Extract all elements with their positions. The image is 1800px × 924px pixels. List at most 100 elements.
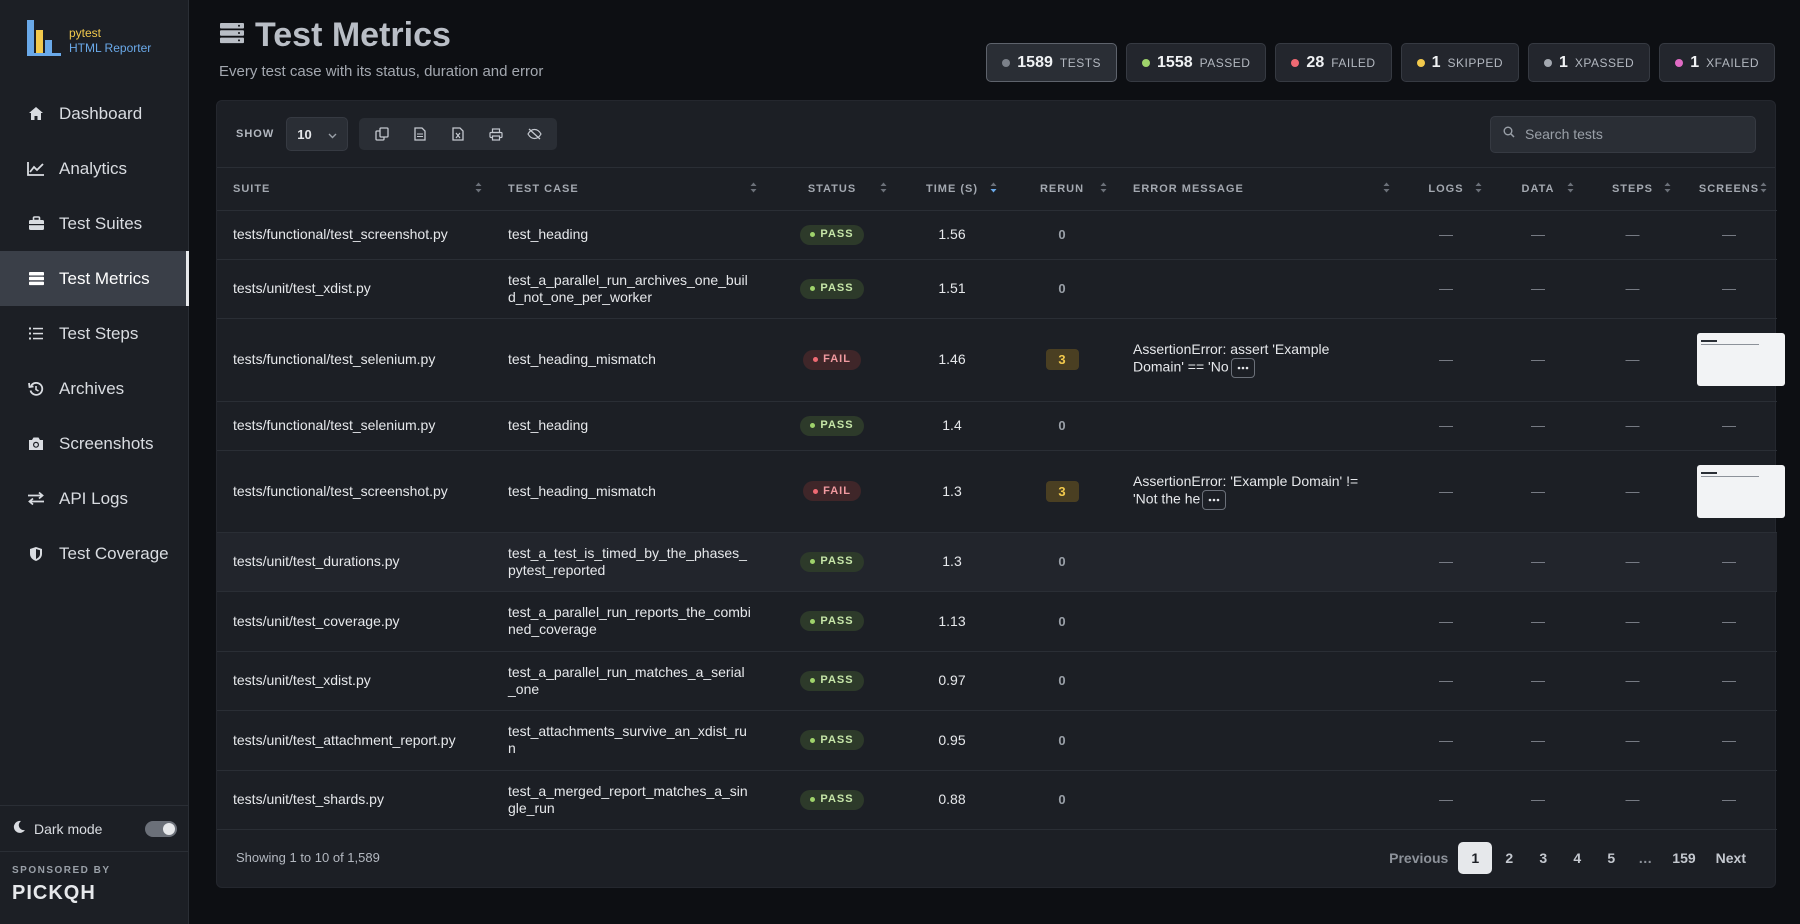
expand-error-button[interactable] (1230, 358, 1255, 378)
error-cell (1117, 259, 1400, 319)
sidebar-item-label: API Logs (59, 488, 128, 508)
rerun-cell: 0 (1007, 770, 1117, 830)
excel-button[interactable] (443, 121, 473, 147)
moon-icon (12, 820, 26, 837)
expand-error-button[interactable] (1202, 489, 1227, 510)
rerun-count: 0 (1058, 732, 1066, 748)
stat-skipped[interactable]: 1 SKIPPED (1400, 43, 1520, 82)
sidebar-item-test-coverage[interactable]: Test Coverage (0, 526, 189, 581)
stat-tests[interactable]: 1589 TESTS (986, 43, 1118, 82)
column-header-logs[interactable]: LOGS (1400, 168, 1492, 211)
previous-page-button[interactable]: Previous (1379, 842, 1458, 874)
table-row[interactable]: tests/functional/test_screenshot.py test… (217, 450, 1785, 533)
page-button-159[interactable]: 159 (1662, 842, 1705, 874)
rerun-cell: 0 (1007, 259, 1117, 319)
metrics-table: SUITE TEST CASE STATUS TIME (S) RERUN ER… (217, 168, 1785, 830)
status-dot (813, 357, 819, 363)
sidebar-item-screenshots[interactable]: Screenshots (0, 416, 189, 471)
exchange-icon (27, 491, 45, 506)
screens-cell: — (1681, 770, 1777, 830)
status-badge: PASS (800, 551, 864, 572)
status-badge: PASS (800, 278, 864, 299)
dark-mode-label: Dark mode (34, 820, 103, 837)
sidebar-item-test-suites[interactable]: Test Suites (0, 196, 189, 251)
copy-button[interactable] (367, 121, 397, 147)
test-case-cell: test_attachments_survive_an_xdist_run (492, 710, 767, 771)
stat-passed[interactable]: 1558 PASSED (1126, 43, 1267, 82)
table-row[interactable]: tests/unit/test_durations.py test_a_test… (217, 532, 1777, 592)
table-row[interactable]: tests/functional/test_selenium.py test_h… (217, 401, 1777, 451)
error-cell (1117, 532, 1400, 592)
column-header-test-case[interactable]: TEST CASE (492, 168, 767, 211)
page-button-4[interactable]: 4 (1560, 842, 1594, 874)
sidebar: pytest HTML Reporter Dashboard Analytics… (0, 0, 189, 924)
stat-xpassed[interactable]: 1 XPASSED (1528, 43, 1651, 82)
page-subtitle: Every test case with its status, duratio… (219, 63, 544, 80)
page-header: Test Metrics Every test case with its st… (219, 16, 543, 80)
screens-cell: — (1681, 651, 1777, 711)
screens-cell: — (1681, 710, 1777, 771)
sponsor: SPONSORED BY PICKQH (0, 851, 189, 905)
column-header-suite[interactable]: SUITE (217, 168, 492, 211)
page-size-select[interactable]: 10 (286, 117, 349, 151)
stat-failed[interactable]: 28 FAILED (1275, 43, 1392, 82)
page-size-value: 10 (297, 126, 312, 142)
status-text: PASS (820, 674, 854, 687)
column-header-time[interactable]: TIME (S) (897, 168, 1007, 211)
column-header-screens[interactable]: SCREENS (1681, 168, 1777, 211)
sidebar-item-archives[interactable]: Archives (0, 361, 189, 416)
data-cell: — (1492, 259, 1584, 319)
page-button-2[interactable]: 2 (1492, 842, 1526, 874)
screens-cell: — (1681, 532, 1777, 592)
table-row[interactable]: tests/unit/test_xdist.py test_a_parallel… (217, 259, 1777, 319)
time-cell: 1.56 (897, 210, 1007, 260)
stat-xfailed[interactable]: 1 XFAILED (1659, 43, 1775, 82)
sidebar-item-dashboard[interactable]: Dashboard (0, 86, 189, 141)
data-cell: — (1492, 591, 1584, 652)
dark-mode-toggle[interactable] (145, 820, 177, 837)
column-header-data[interactable]: DATA (1492, 168, 1584, 211)
status-dot (1544, 58, 1553, 67)
status-cell: PASS (767, 210, 897, 260)
page-button-5[interactable]: 5 (1594, 842, 1628, 874)
sidebar-item-label: Dashboard (59, 103, 143, 123)
table-row[interactable]: tests/unit/test_xdist.py test_a_parallel… (217, 651, 1777, 711)
logo[interactable]: pytest HTML Reporter (27, 20, 151, 56)
column-visibility-button[interactable] (519, 121, 549, 147)
screens-cell: — (1681, 401, 1777, 451)
screens-cell: — (1681, 210, 1777, 260)
time-cell: 0.88 (897, 770, 1007, 830)
table-row[interactable]: tests/unit/test_attachment_report.py tes… (217, 710, 1777, 771)
error-cell (1117, 210, 1400, 260)
column-header-steps[interactable]: STEPS (1584, 168, 1681, 211)
status-text: PASS (820, 793, 854, 806)
rerun-cell: 0 (1007, 532, 1117, 592)
page-button-3[interactable]: 3 (1526, 842, 1560, 874)
print-button[interactable] (481, 121, 511, 147)
sidebar-item-api-logs[interactable]: API Logs (0, 471, 189, 526)
camera-icon (27, 436, 45, 451)
column-header-error-message[interactable]: ERROR MESSAGE (1117, 168, 1400, 211)
screenshot-thumbnail[interactable] (1697, 333, 1785, 386)
screenshot-thumbnail[interactable] (1697, 464, 1785, 518)
excel-icon (452, 127, 464, 141)
table-row[interactable]: tests/unit/test_shards.py test_a_merged_… (217, 770, 1777, 830)
pagination: Previous 1 2 3 4 5 … 159 Next (1379, 841, 1756, 874)
sidebar-item-test-steps[interactable]: Test Steps (0, 306, 189, 361)
column-label: TEST CASE (508, 182, 579, 195)
search-input[interactable] (1525, 126, 1735, 142)
column-header-status[interactable]: STATUS (767, 168, 897, 211)
next-page-button[interactable]: Next (1706, 842, 1756, 874)
table-row[interactable]: tests/unit/test_coverage.py test_a_paral… (217, 591, 1777, 652)
sidebar-item-test-metrics[interactable]: Test Metrics (0, 251, 189, 306)
rerun-count: 0 (1058, 227, 1066, 242)
csv-button[interactable] (405, 121, 435, 147)
sidebar-item-analytics[interactable]: Analytics (0, 141, 189, 196)
table-row[interactable]: tests/functional/test_screenshot.py test… (217, 210, 1777, 260)
column-header-rerun[interactable]: RERUN (1007, 168, 1117, 211)
table-row[interactable]: tests/functional/test_selenium.py test_h… (217, 318, 1785, 402)
status-dot (810, 678, 816, 684)
stat-label: PASSED (1199, 55, 1251, 70)
page-button-1[interactable]: 1 (1458, 841, 1493, 874)
sponsor-brand[interactable]: PICKQH (12, 882, 177, 905)
